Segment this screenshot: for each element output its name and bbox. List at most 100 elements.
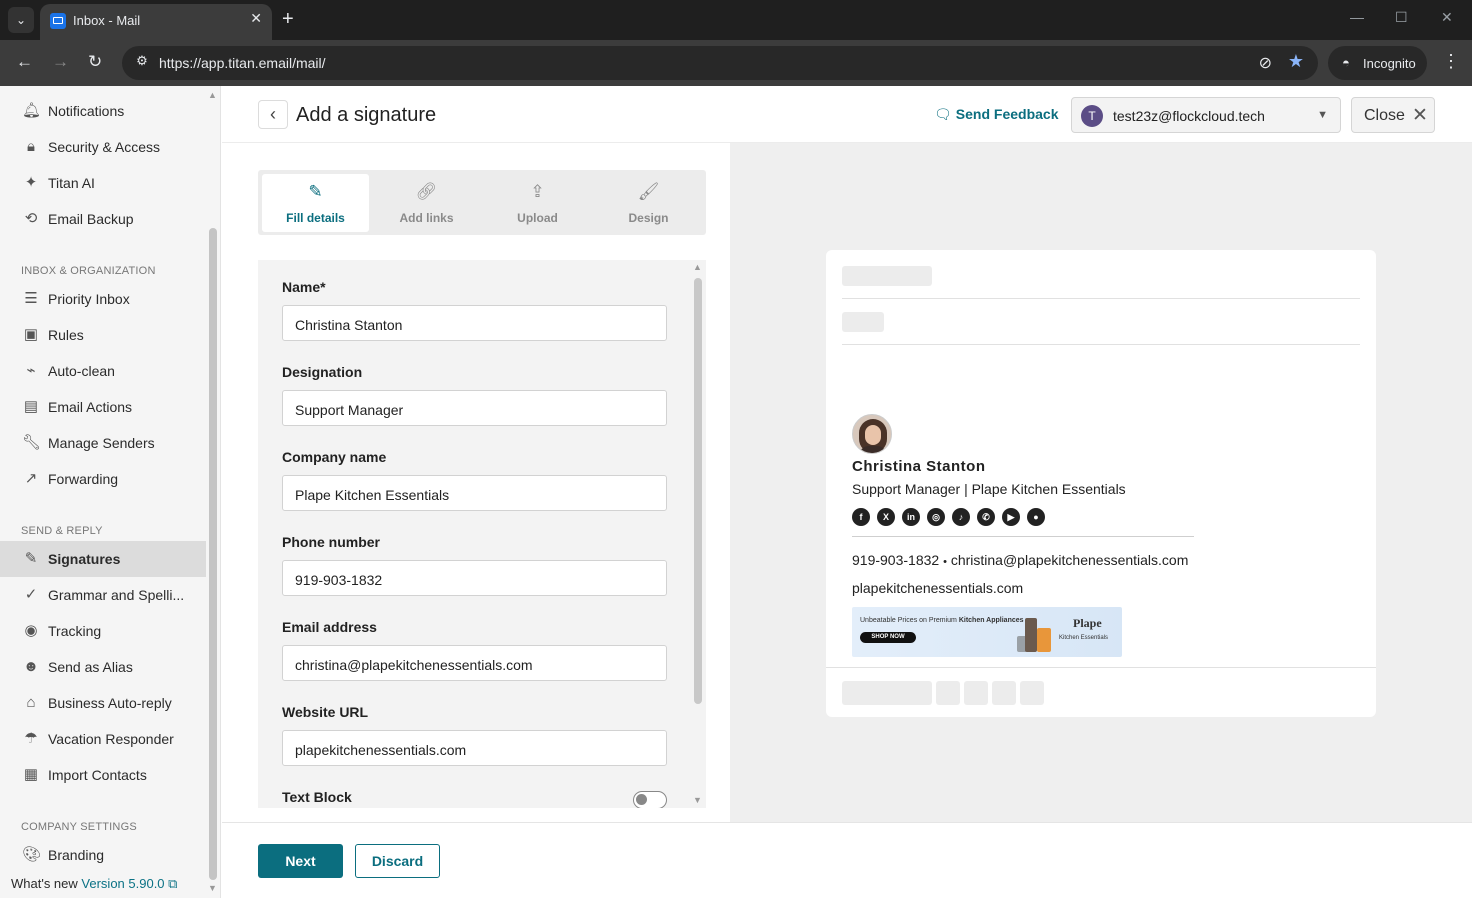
address-bar[interactable]: ⚙ https://app.titan.email/mail/ ⊘ ★	[122, 46, 1318, 80]
sidebar-item-email-backup[interactable]: ⟲ Email Backup	[0, 201, 206, 237]
sidebar-item-grammar[interactable]: ✓ Grammar and Spelli...	[0, 577, 206, 613]
website-value[interactable]: plapekitchenessentials.com	[295, 742, 466, 758]
browser-menu-icon[interactable]: ⋮	[1442, 51, 1460, 72]
phone-field[interactable]: 919-903-1832	[282, 560, 667, 596]
close-button[interactable]: Close ✕	[1351, 97, 1435, 133]
promo-banner[interactable]: Unbeatable Prices on Premium Kitchen App…	[852, 607, 1122, 657]
form-scrollbar[interactable]	[694, 278, 702, 704]
tab-label: Fill details	[286, 211, 345, 225]
sidebar-item-send-as-alias[interactable]: ☻ Send as Alias	[0, 649, 206, 685]
website-label: Website URL	[282, 704, 369, 720]
sidebar-item-email-actions[interactable]: ▤ Email Actions	[0, 389, 206, 425]
designation-value[interactable]: Support Manager	[295, 402, 403, 418]
shop-now-button[interactable]: SHOP NOW	[860, 632, 916, 643]
back-arrow-icon[interactable]: ←	[16, 52, 33, 72]
sidebar-item-label: Import Contacts	[48, 767, 147, 783]
instagram-icon[interactable]: ◎	[927, 508, 945, 526]
sidebar-item-notifications[interactable]: 🔔︎ Notifications	[0, 93, 206, 129]
incognito-icon: ◓	[1342, 55, 1350, 70]
incognito-badge[interactable]: ◓ Incognito	[1328, 46, 1427, 80]
skeleton-bar	[936, 681, 960, 705]
version-link[interactable]: Version 5.90.0 ⧉	[81, 876, 177, 891]
sidebar-item-vacation-responder[interactable]: ☂ Vacation Responder	[0, 721, 206, 757]
skeleton-bar	[842, 266, 932, 286]
sidebar-item-import-contacts[interactable]: ▦ Import Contacts	[0, 757, 206, 793]
name-value[interactable]: Christina Stanton	[295, 317, 402, 333]
sidebar-item-label: Priority Inbox	[48, 291, 130, 307]
tab-design[interactable]: 🖌︎ Design	[595, 174, 702, 232]
sidebar-item-security[interactable]: 🔒︎ Security & Access	[0, 129, 206, 165]
section-heading-inbox: INBOX & ORGANIZATION	[21, 265, 156, 277]
minimize-icon[interactable]: —	[1350, 9, 1364, 25]
contacts-icon: ▦	[23, 766, 39, 783]
scroll-down-arrow-icon[interactable]: ▼	[693, 795, 702, 805]
version-label[interactable]: Version 5.90.0	[81, 876, 164, 891]
next-button[interactable]: Next	[258, 844, 343, 878]
signature-name: Christina Stanton	[852, 458, 986, 475]
appliance-image	[1017, 614, 1057, 654]
sidebar-item-manage-senders[interactable]: 🔧︎ Manage Senders	[0, 425, 206, 461]
text-block-toggle[interactable]	[633, 791, 667, 808]
close-icon: ✕	[1412, 105, 1428, 126]
eye-icon: ◉	[24, 622, 38, 639]
sidebar-item-tracking[interactable]: ◉ Tracking	[0, 613, 206, 649]
titan-app: 🔔︎ Notifications 🔒︎ Security & Access ✦ …	[0, 86, 1472, 898]
tab-close-icon[interactable]: ✕	[250, 10, 262, 27]
sidebar-item-label: Forwarding	[48, 471, 119, 487]
sidebar-item-branding[interactable]: 🎨︎ Branding	[0, 837, 206, 873]
tab-upload[interactable]: ⇪ Upload	[484, 174, 591, 232]
sidebar-item-auto-clean[interactable]: ⌁ Auto-clean	[0, 353, 206, 389]
tab-add-links[interactable]: 🔗︎ Add links	[373, 174, 480, 232]
facebook-icon[interactable]: f	[852, 508, 870, 526]
company-value[interactable]: Plape Kitchen Essentials	[295, 487, 449, 503]
phone-value[interactable]: 919-903-1832	[295, 572, 382, 588]
account-dropdown[interactable]: T test23z@flockcloud.tech ▼	[1071, 97, 1341, 133]
sidebar-item-business-auto-reply[interactable]: ⌂ Business Auto-reply	[0, 685, 206, 721]
scroll-up-arrow-icon[interactable]: ▲	[208, 90, 217, 100]
back-button[interactable]: ‹	[258, 100, 288, 129]
bookmark-star-icon[interactable]: ★	[1288, 51, 1304, 72]
scroll-up-arrow-icon[interactable]: ▲	[693, 262, 702, 272]
new-tab-button[interactable]: +	[282, 8, 294, 30]
sidebar-scrollbar[interactable]	[209, 228, 217, 880]
linkedin-icon[interactable]: in	[902, 508, 920, 526]
reload-icon[interactable]: ↻	[88, 52, 102, 72]
forward-icon: ↗	[24, 470, 38, 487]
site-info-icon[interactable]: ⚙	[132, 53, 152, 73]
discard-button[interactable]: Discard	[355, 844, 440, 878]
email-value[interactable]: christina@plapekitchenessentials.com	[295, 657, 533, 673]
designation-field[interactable]: Support Manager	[282, 390, 667, 426]
website-field[interactable]: plapekitchenessentials.com	[282, 730, 667, 766]
send-feedback-link[interactable]: 🗨︎ Send Feedback	[934, 106, 1058, 123]
skeleton-bar	[992, 681, 1016, 705]
email-label: Email address	[282, 619, 377, 635]
skeleton-bar	[964, 681, 988, 705]
browser-tab[interactable]: Inbox - Mail ✕	[40, 4, 272, 40]
feedback-icon: 🗨︎	[934, 106, 952, 122]
editor-header: ‹ Add a signature 🗨︎ Send Feedback T test…	[222, 86, 1472, 143]
location-icon[interactable]: ●	[1027, 508, 1045, 526]
eye-off-icon[interactable]: ⊘	[1259, 53, 1272, 73]
sidebar-item-rules[interactable]: ▣ Rules	[0, 317, 206, 353]
tiktok-icon[interactable]: ♪	[952, 508, 970, 526]
forward-arrow-icon[interactable]: →	[52, 52, 69, 72]
sidebar-item-priority-inbox[interactable]: ☰ Priority Inbox	[0, 281, 206, 317]
sidebar-item-signatures[interactable]: ✎ Signatures	[0, 541, 206, 577]
window-close-icon[interactable]: ✕	[1441, 9, 1453, 26]
email-field[interactable]: christina@plapekitchenessentials.com	[282, 645, 667, 681]
name-field[interactable]: Christina Stanton	[282, 305, 667, 341]
whatsapp-icon[interactable]: ✆	[977, 508, 995, 526]
sidebar-item-titan-ai[interactable]: ✦ Titan AI	[0, 165, 206, 201]
maximize-icon[interactable]: ☐	[1395, 9, 1408, 26]
sidebar-item-label: Vacation Responder	[48, 731, 174, 747]
scroll-down-arrow-icon[interactable]: ▼	[208, 883, 217, 893]
sidebar-item-label: Titan AI	[48, 175, 95, 191]
x-icon[interactable]: X	[877, 508, 895, 526]
company-field[interactable]: Plape Kitchen Essentials	[282, 475, 667, 511]
tab-title: Inbox - Mail	[73, 13, 141, 28]
tab-fill-details[interactable]: ✎ Fill details	[262, 174, 369, 232]
youtube-icon[interactable]: ▶	[1002, 508, 1020, 526]
tab-search-button[interactable]: ⌄	[8, 7, 34, 33]
url-text[interactable]: https://app.titan.email/mail/	[159, 55, 326, 71]
sidebar-item-forwarding[interactable]: ↗ Forwarding	[0, 461, 206, 497]
